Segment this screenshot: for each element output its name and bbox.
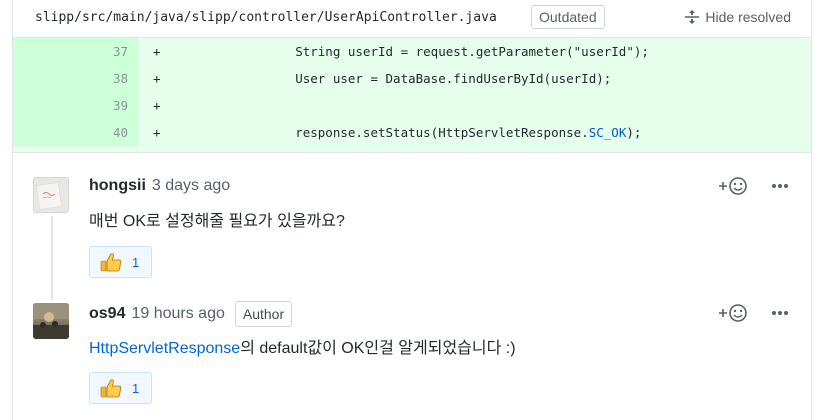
author-name[interactable]: hongsii — [89, 177, 146, 195]
thumbs-up-icon — [100, 253, 122, 272]
add-reaction-button[interactable] — [717, 176, 749, 196]
diff-code-block: 37 + String userId = request.getParamete… — [13, 38, 811, 153]
code-text: response.setStatus(HttpServletResponse.S… — [235, 119, 641, 146]
comment-actions — [717, 303, 789, 323]
diff-line: 38 + User user = DataBase.findUserById(u… — [13, 65, 811, 92]
more-options-button[interactable] — [771, 183, 789, 189]
line-number[interactable]: 38 — [13, 65, 138, 92]
review-thread: slipp/src/main/java/slipp/controller/Use… — [12, 0, 812, 420]
outdated-badge: Outdated — [531, 5, 605, 29]
reaction-thumbs-up[interactable]: 1 — [89, 246, 152, 278]
comment-time[interactable]: 3 days ago — [152, 177, 230, 195]
avatar-image — [36, 182, 62, 210]
code-prefix: response.setStatus(HttpServletResponse. — [235, 125, 589, 140]
add-reaction-icon — [719, 304, 747, 322]
diff-sign: + — [153, 44, 161, 59]
add-reaction-button[interactable] — [717, 303, 749, 323]
more-options-icon — [772, 184, 788, 188]
avatar-image — [33, 303, 69, 339]
hide-resolved-button[interactable]: Hide resolved — [684, 9, 791, 25]
line-number[interactable]: 39 — [13, 92, 138, 119]
line-number[interactable]: 37 — [13, 38, 138, 65]
comment-body: 매번 OK로 설정해줄 필요가 있을까요? — [89, 213, 345, 230]
code-suffix: ); — [626, 125, 642, 140]
author-name[interactable]: os94 — [89, 305, 125, 323]
code-constant: SC_OK — [588, 125, 627, 140]
reaction-count: 1 — [132, 380, 140, 396]
line-number[interactable]: 40 — [13, 119, 138, 146]
diff-sign: + — [153, 71, 161, 86]
code-text: User user = DataBase.findUserById(userId… — [235, 71, 612, 86]
code-text: String userId = request.getParameter("us… — [235, 44, 649, 59]
diff-line: 39 + — [13, 92, 811, 119]
avatar[interactable] — [33, 303, 69, 339]
diff-line: 40 + response.setStatus(HttpServletRespo… — [13, 119, 811, 146]
comment-actions — [717, 176, 789, 196]
diff-sign: + — [153, 125, 161, 140]
reaction-count: 1 — [132, 254, 140, 270]
class-link[interactable]: HttpServletResponse — [89, 340, 240, 357]
diff-sign: + — [153, 98, 161, 113]
reaction-thumbs-up[interactable]: 1 — [89, 372, 152, 404]
comment-body: HttpServletResponse의 default값이 OK인걸 알게되었… — [89, 334, 516, 358]
thumbs-up-icon — [100, 379, 122, 398]
hide-resolved-label: Hide resolved — [705, 9, 791, 25]
comment-text: 의 default값이 OK인걸 알게되었습니다 :) — [240, 340, 516, 357]
file-path[interactable]: slipp/src/main/java/slipp/controller/Use… — [35, 10, 497, 25]
comment-header: hongsii 3 days ago — [89, 177, 230, 195]
more-options-icon — [772, 311, 788, 315]
diff-line: 37 + String userId = request.getParamete… — [13, 38, 811, 65]
comment-header: os94 19 hours ago Author — [89, 301, 293, 327]
file-header: slipp/src/main/java/slipp/controller/Use… — [13, 0, 811, 38]
comment-time[interactable]: 19 hours ago — [131, 305, 224, 323]
more-options-button[interactable] — [771, 310, 789, 316]
add-reaction-icon — [719, 177, 747, 195]
author-badge: Author — [234, 301, 293, 327]
thread-timeline — [51, 216, 53, 300]
avatar[interactable] — [33, 177, 69, 213]
unfold-icon — [685, 10, 700, 24]
